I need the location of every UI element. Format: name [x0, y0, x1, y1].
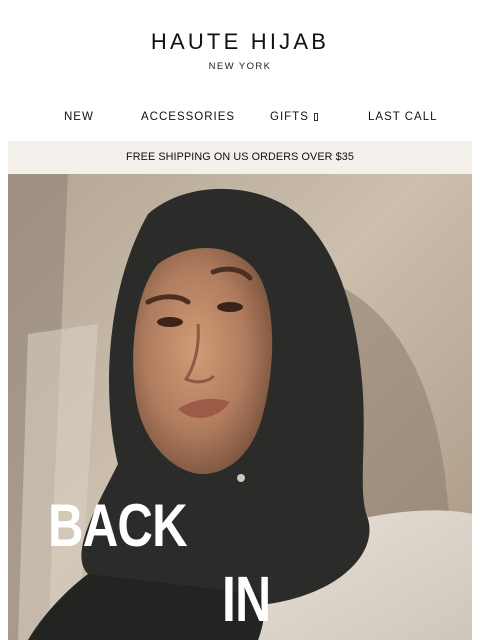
email-header: HAUTE HIJAB NEW YORK NEW ACCESSORIES GIF…: [0, 0, 480, 140]
hero-headline-line1: BACK: [48, 492, 188, 559]
hero-image[interactable]: BACK IN: [8, 174, 472, 640]
nav-item-gifts[interactable]: GIFTS: [270, 111, 318, 123]
brand-logo[interactable]: HAUTE HIJAB: [0, 29, 480, 55]
main-nav: NEW ACCESSORIES GIFTS LAST CALL: [0, 111, 480, 127]
nav-item-gifts-label: GIFTS: [270, 111, 309, 123]
promo-text: FREE SHIPPING ON US ORDERS OVER $35: [126, 151, 354, 163]
brand-location: NEW YORK: [208, 61, 272, 72]
nav-item-accessories[interactable]: ACCESSORIES: [141, 111, 235, 123]
hero-headline-line2: IN: [222, 563, 271, 635]
nav-item-new[interactable]: NEW: [64, 111, 94, 123]
gift-icon: [313, 113, 318, 121]
nav-item-last-call[interactable]: LAST CALL: [368, 111, 438, 123]
promo-banner[interactable]: FREE SHIPPING ON US ORDERS OVER $35: [8, 141, 472, 174]
